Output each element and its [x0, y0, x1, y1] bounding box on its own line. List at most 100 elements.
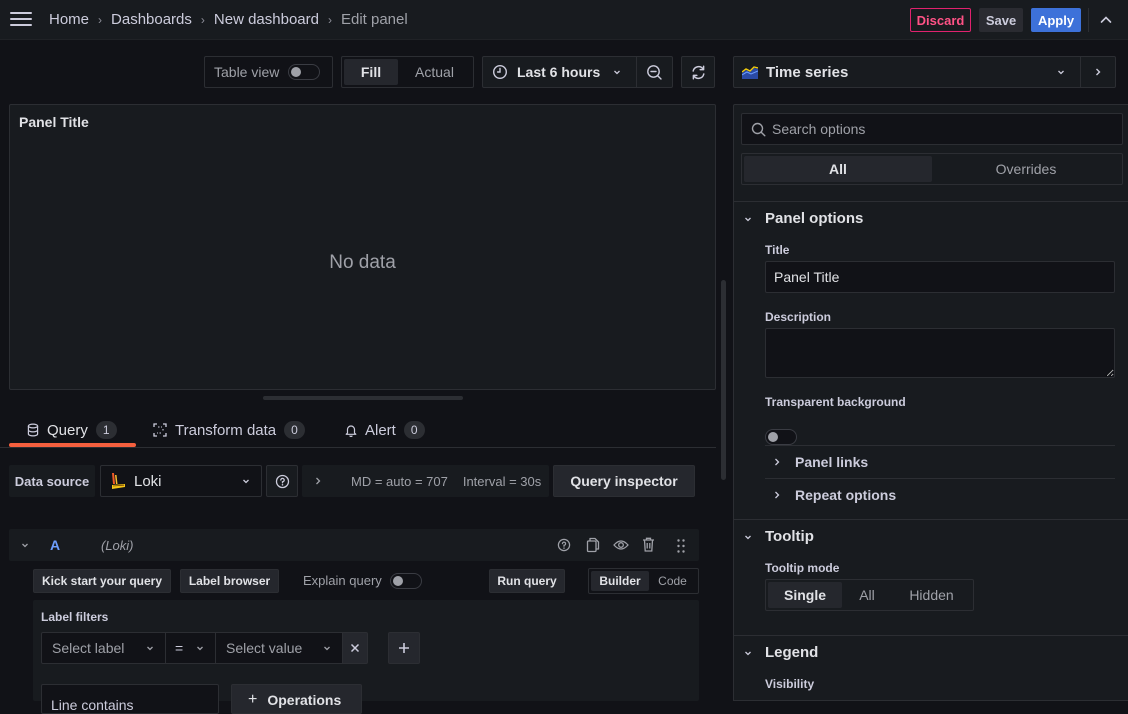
- database-icon: [27, 423, 39, 437]
- panel-title: Panel Title: [19, 114, 89, 130]
- breadcrumb-dashboards[interactable]: Dashboards: [111, 11, 192, 28]
- chevron-down-icon: [195, 643, 205, 653]
- remove-label-filter-button[interactable]: [342, 632, 368, 664]
- discard-button[interactable]: Discard: [910, 8, 971, 32]
- legend-section-header[interactable]: Legend: [743, 644, 818, 661]
- bell-icon: [345, 423, 357, 437]
- chevron-up-icon[interactable]: [1098, 12, 1114, 28]
- description-textarea[interactable]: [765, 328, 1115, 378]
- tooltip-mode-all[interactable]: All: [842, 582, 892, 608]
- add-operations-button[interactable]: + Operations: [231, 684, 362, 714]
- fill-option[interactable]: Fill: [344, 59, 398, 85]
- data-source-label: Data source: [9, 465, 95, 497]
- repeat-options-label: Repeat options: [795, 487, 896, 503]
- toggle-options-pane-button[interactable]: [1081, 57, 1115, 87]
- label-browser-button[interactable]: Label browser: [180, 569, 279, 593]
- hide-query-eye-icon[interactable]: [613, 538, 629, 552]
- visualization-select[interactable]: Time series: [734, 57, 1080, 87]
- delete-query-trash-icon[interactable]: [642, 537, 655, 552]
- data-source-help-button[interactable]: [266, 465, 298, 497]
- data-source-select[interactable]: Loki: [100, 465, 262, 497]
- all-overrides-toggle: All Overrides: [741, 153, 1123, 185]
- drag-handle-icon[interactable]: [677, 539, 685, 553]
- tooltip-mode-single[interactable]: Single: [768, 582, 842, 608]
- time-range-button[interactable]: Last 6 hours: [483, 57, 636, 87]
- panel-options-heading: Panel options: [765, 210, 863, 227]
- chevron-down-icon: [145, 643, 155, 653]
- scrollbar[interactable]: [721, 280, 726, 480]
- line-contains-operation[interactable]: Line contains: [41, 684, 219, 714]
- breadcrumb: Home › Dashboards › New dashboard › Edit…: [49, 11, 408, 28]
- operator-value: =: [175, 640, 183, 656]
- tab-alert[interactable]: Alert 0: [345, 413, 425, 447]
- kick-start-query-button[interactable]: Kick start your query: [33, 569, 171, 593]
- table-view-toggle[interactable]: [288, 64, 320, 80]
- panel-links-section-header[interactable]: Panel links: [773, 454, 868, 470]
- apply-button[interactable]: Apply: [1031, 8, 1081, 32]
- tab-transform-count: 0: [284, 421, 305, 439]
- panel-resize-handle[interactable]: [263, 396, 463, 400]
- divider: [1088, 8, 1089, 32]
- chevron-down-icon: [1056, 67, 1066, 77]
- repeat-options-section-header[interactable]: Repeat options: [773, 487, 896, 503]
- actual-option[interactable]: Actual: [398, 59, 471, 85]
- tab-query[interactable]: Query 1: [27, 413, 117, 447]
- tab-transform-data[interactable]: Transform data 0: [153, 413, 305, 447]
- line-contains-label: Line contains: [51, 697, 134, 713]
- tooltip-mode-hidden[interactable]: Hidden: [892, 582, 971, 608]
- chevron-down-icon: [743, 532, 753, 542]
- divider: [733, 635, 1128, 636]
- panel-options-section-header[interactable]: Panel options: [743, 210, 863, 227]
- transparent-background-toggle[interactable]: [765, 429, 797, 445]
- chevron-right-icon: ›: [98, 13, 102, 27]
- add-label-filter-button[interactable]: [388, 632, 420, 664]
- save-button[interactable]: Save: [979, 8, 1023, 32]
- plus-icon: +: [248, 691, 257, 709]
- refresh-button[interactable]: [681, 56, 715, 88]
- title-input[interactable]: [765, 261, 1115, 293]
- panel-links-label: Panel links: [795, 454, 868, 470]
- label-filters-title: Label filters: [41, 610, 108, 624]
- top-nav-bar: Home › Dashboards › New dashboard › Edit…: [0, 0, 1128, 40]
- panel-preview: Panel Title No data: [9, 104, 716, 390]
- chevron-right-icon: ›: [328, 13, 332, 27]
- tab-transform-label: Transform data: [175, 422, 276, 439]
- query-row-header: A (Loki): [9, 529, 699, 561]
- divider: [765, 478, 1115, 479]
- visualization-picker: Time series: [733, 56, 1116, 88]
- overrides-option[interactable]: Overrides: [932, 156, 1120, 182]
- query-options-button[interactable]: MD = auto = 707 Interval = 30s: [302, 465, 549, 497]
- chevron-right-icon: [1093, 67, 1103, 77]
- explain-query-toggle[interactable]: [390, 573, 422, 589]
- collapse-query-chevron-icon[interactable]: [20, 540, 30, 550]
- tooltip-mode-label: Tooltip mode: [765, 561, 839, 575]
- zoom-out-button[interactable]: [637, 57, 672, 87]
- search-options-input[interactable]: [772, 121, 1102, 137]
- search-options-field[interactable]: [741, 113, 1123, 145]
- divider: [733, 201, 1128, 202]
- table-view-toggle-group: Table view: [204, 56, 333, 88]
- code-mode-option[interactable]: Code: [649, 571, 696, 591]
- query-help-icon[interactable]: [557, 538, 571, 552]
- select-label-dropdown[interactable]: Select label: [41, 632, 166, 664]
- menu-icon[interactable]: [10, 12, 32, 28]
- question-circle-icon: [275, 474, 290, 489]
- operator-dropdown[interactable]: =: [165, 632, 216, 664]
- duplicate-query-icon[interactable]: [586, 537, 600, 553]
- chevron-right-icon: [773, 457, 781, 467]
- tooltip-section-header[interactable]: Tooltip: [743, 528, 814, 545]
- transform-icon: [153, 423, 167, 437]
- tab-query-count: 1: [96, 421, 117, 439]
- all-option[interactable]: All: [744, 156, 932, 182]
- breadcrumb-new-dashboard[interactable]: New dashboard: [214, 11, 319, 28]
- breadcrumb-home[interactable]: Home: [49, 11, 89, 28]
- select-value-dropdown[interactable]: Select value: [215, 632, 343, 664]
- time-range-label: Last 6 hours: [517, 64, 600, 80]
- search-icon: [751, 122, 766, 137]
- run-query-button[interactable]: Run query: [489, 569, 565, 593]
- title-field-label: Title: [765, 243, 789, 257]
- builder-mode-option[interactable]: Builder: [591, 571, 649, 591]
- zoom-out-icon: [646, 64, 663, 81]
- query-inspector-button[interactable]: Query inspector: [553, 465, 695, 497]
- query-ref-id[interactable]: A: [50, 537, 60, 553]
